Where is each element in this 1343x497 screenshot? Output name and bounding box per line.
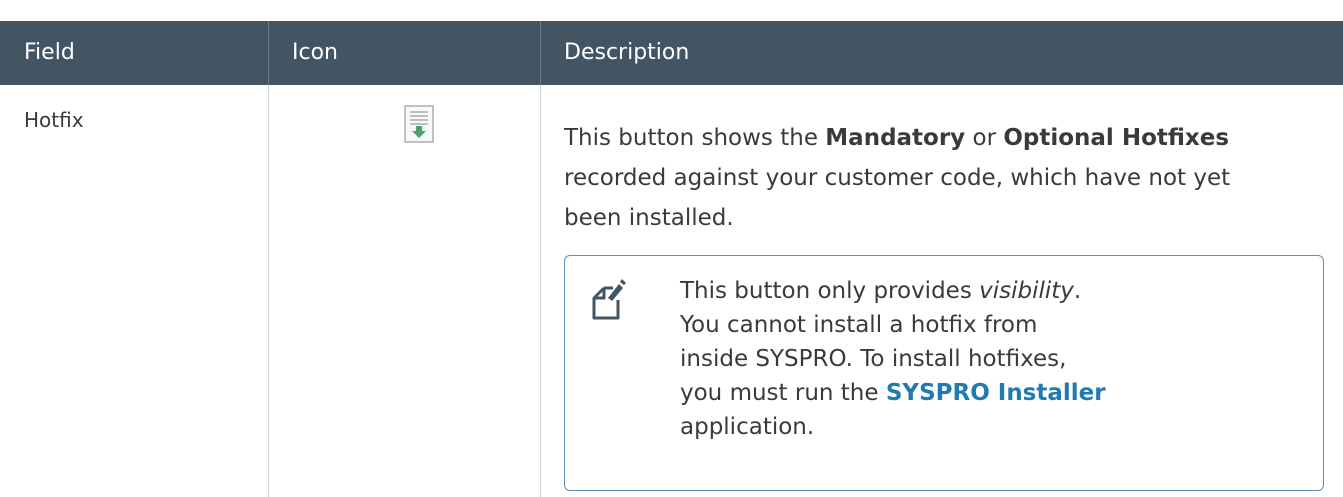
description-line: This button shows the Mandatory or Optio… (564, 118, 1343, 158)
note-line: inside SYSPRO. To install hotfixes, (680, 346, 1067, 372)
description-line: been installed. (564, 205, 734, 231)
header-description: Description (564, 40, 690, 65)
header-field: Field (24, 40, 75, 65)
table-row: Hotfix This button shows the Mandatory o… (0, 85, 1343, 497)
note-text: This button only provides visibility. Yo… (680, 274, 1106, 444)
mandatory-term: Mandatory (825, 125, 966, 151)
description-fragment: This button shows the (564, 125, 826, 151)
optional-hotfixes-term: Optional Hotfixes (1003, 125, 1230, 151)
note-fragment: you must run the (680, 380, 886, 406)
visibility-term: visibility (979, 278, 1074, 304)
note-line: application. (680, 414, 815, 440)
note-line: you must run the SYSPRO Installer (680, 376, 1106, 410)
note-fragment: . (1073, 278, 1082, 304)
description-line: recorded against your customer code, whi… (564, 165, 1231, 191)
field-name: Hotfix (24, 108, 84, 132)
note-line: You cannot install a hotfix from (680, 312, 1038, 338)
table-header: Field Icon Description (0, 21, 1343, 85)
syspro-installer-link[interactable]: SYSPRO Installer (886, 380, 1106, 406)
header-icon: Icon (292, 40, 338, 65)
note-line: This button only provides visibility. (680, 274, 1106, 308)
note-fragment: This button only provides (680, 278, 980, 304)
note-box: This button only provides visibility. Yo… (564, 255, 1324, 491)
column-divider (540, 85, 541, 497)
header-divider (540, 21, 541, 85)
description-fragment: or (965, 125, 1004, 151)
note-pencil-icon (592, 279, 626, 320)
hotfix-download-icon (404, 105, 434, 143)
description-text: This button shows the Mandatory or Optio… (564, 118, 1343, 238)
header-divider (268, 21, 269, 85)
column-divider (268, 85, 269, 497)
